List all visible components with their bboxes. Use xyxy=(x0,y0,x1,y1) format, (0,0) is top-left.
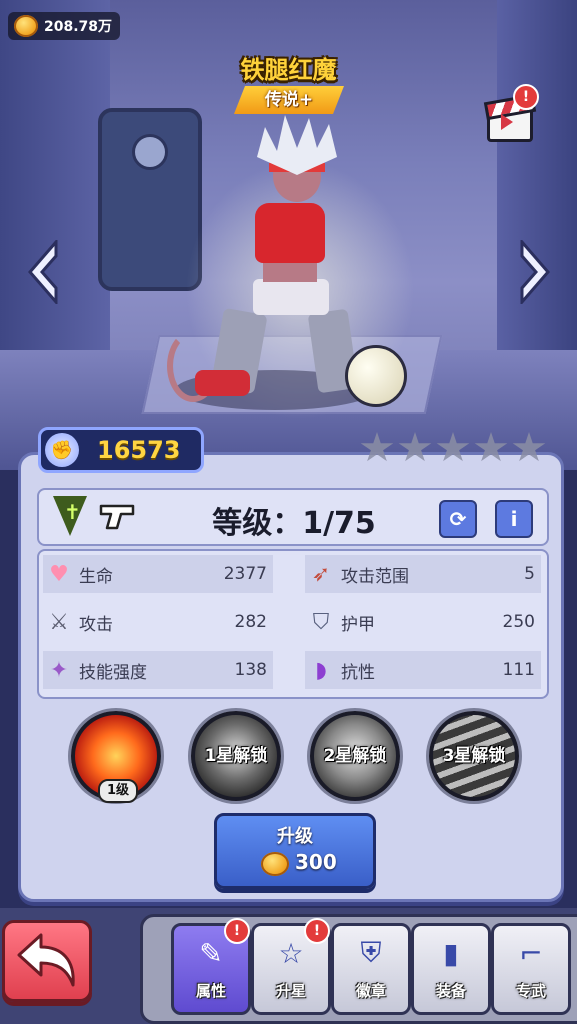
heart-icon: ♥ xyxy=(49,561,69,587)
stat-value: 2377 xyxy=(223,564,267,584)
power-display: ✊ 16573 xyxy=(38,427,204,473)
upgrade-button[interactable]: 升级 300 xyxy=(214,813,376,889)
sword-icon: ⚔ xyxy=(49,609,69,635)
alert-badge: ! xyxy=(513,84,539,110)
info-button[interactable]: i xyxy=(495,500,533,538)
stat-resist: ◗ 抗性 111 xyxy=(305,651,541,689)
currency-value: 208.78万 xyxy=(44,19,113,35)
stat-label: 技能强度 xyxy=(79,662,147,683)
tab-label: 装备 xyxy=(435,982,466,1000)
volleyball xyxy=(345,345,407,407)
skills-row: 1级 1星解锁 2星解锁 3星解锁 xyxy=(71,711,531,803)
next-hero-button[interactable] xyxy=(518,237,552,307)
stat-label: 攻击范围 xyxy=(341,566,409,587)
refresh-icon: ⟳ xyxy=(449,507,467,531)
badge-icon: ⛨ xyxy=(360,936,382,969)
skill-slot-1[interactable]: 1级 xyxy=(71,711,161,803)
stat-value: 250 xyxy=(502,612,535,632)
back-arrow-icon xyxy=(17,933,75,987)
upgrade-cost: 300 xyxy=(295,850,337,874)
stat-label: 攻击 xyxy=(79,614,113,635)
stat-skill-power: ✦ 技能强度 138 xyxy=(43,651,273,689)
tab-attributes[interactable]: ✎ 属性 ! xyxy=(171,918,251,1015)
stat-value: 282 xyxy=(234,612,267,632)
stat-label: 生命 xyxy=(79,566,113,587)
chevron-right-icon xyxy=(520,237,550,307)
star-icon xyxy=(398,432,432,462)
stat-attack: ⚔ 攻击 282 xyxy=(43,603,273,641)
hero-name: 铁腿红魔 xyxy=(240,56,337,84)
resist-icon: ◗ xyxy=(315,657,327,683)
stat-value: 138 xyxy=(234,660,267,680)
stat-label: 抗性 xyxy=(341,662,375,683)
attributes-icon: ✎ xyxy=(199,936,223,970)
tab-label: 徽章 xyxy=(355,982,386,1000)
tab-star-up[interactable]: ☆ 升星 ! xyxy=(251,918,331,1015)
skill-level-badge: 1级 xyxy=(98,779,138,803)
refresh-button[interactable]: ⟳ xyxy=(439,500,477,538)
stat-value: 5 xyxy=(524,564,535,584)
stat-value: 111 xyxy=(502,660,535,680)
ammo-icon: ▮ xyxy=(443,936,459,970)
tab-label: 升星 xyxy=(275,982,306,1000)
power-value: 16573 xyxy=(97,436,181,464)
star-icon xyxy=(360,432,394,462)
hero-info-panel: ✝ 等级：1/75 ⟳ i ♥ 生命 2377 ➶ 攻击范围 5 ⚔ 攻击 28… xyxy=(18,452,564,902)
stat-label: 护甲 xyxy=(341,614,375,635)
video-button[interactable]: ! xyxy=(483,84,539,142)
level-row: ✝ 等级：1/75 ⟳ i xyxy=(37,488,549,546)
info-icon: i xyxy=(510,507,518,531)
stat-hp: ♥ 生命 2377 xyxy=(43,555,273,593)
skill-slot-2[interactable]: 1星解锁 xyxy=(191,711,281,801)
star-rating xyxy=(360,432,546,464)
upgrade-label: 升级 xyxy=(277,826,313,847)
prev-hero-button[interactable] xyxy=(26,237,60,307)
star-icon xyxy=(512,432,546,462)
gold-coin-icon xyxy=(14,15,38,37)
skill-slot-3[interactable]: 2星解锁 xyxy=(310,711,400,801)
alert-badge: ! xyxy=(304,918,330,944)
exclusive-weapon-icon: ⌐ xyxy=(519,936,543,970)
star-icon xyxy=(474,432,508,462)
alert-badge: ! xyxy=(224,918,250,944)
shield-icon: ⛉ xyxy=(312,609,330,635)
rarity-banner: 传说+ xyxy=(234,86,344,114)
tab-label: 专武 xyxy=(515,982,546,1000)
tab-label: 属性 xyxy=(195,982,226,1000)
skill-slot-4[interactable]: 3星解锁 xyxy=(429,711,519,801)
skill-label: 3星解锁 xyxy=(442,746,506,766)
tab-bar: ✎ 属性 ! ☆ 升星 ! ⛨ 徽章 ▮ 装备 ⌐ 专武 xyxy=(140,914,577,1024)
hero-character[interactable] xyxy=(167,115,375,410)
wand-icon: ✦ xyxy=(49,657,69,683)
pistol-icon xyxy=(99,504,135,530)
star-icon xyxy=(436,432,470,462)
currency-display: 208.78万 xyxy=(8,12,121,40)
hero-type-icon: ✝ xyxy=(53,496,87,536)
stat-armor: ⛉ 护甲 250 xyxy=(305,603,541,641)
back-button[interactable] xyxy=(2,920,92,1002)
stat-range: ➶ 攻击范围 5 xyxy=(305,555,541,593)
star-up-icon: ☆ xyxy=(278,936,304,970)
tab-equipment[interactable]: ▮ 装备 xyxy=(411,923,491,1015)
tab-exclusive-weapon[interactable]: ⌐ 专武 xyxy=(491,923,571,1015)
tab-badge[interactable]: ⛨ 徽章 xyxy=(331,923,411,1015)
skill-label: 1星解锁 xyxy=(204,746,268,766)
chevron-left-icon xyxy=(28,237,58,307)
level-text: 等级：1/75 xyxy=(212,506,376,541)
skill-label: 2星解锁 xyxy=(323,746,387,766)
fist-icon: ✊ xyxy=(45,433,79,467)
stats-table: ♥ 生命 2377 ➶ 攻击范围 5 ⚔ 攻击 282 ⛉ 护甲 250 ✦ 技… xyxy=(37,549,549,699)
gold-coin-icon xyxy=(261,852,289,876)
bow-icon: ➶ xyxy=(311,561,331,587)
